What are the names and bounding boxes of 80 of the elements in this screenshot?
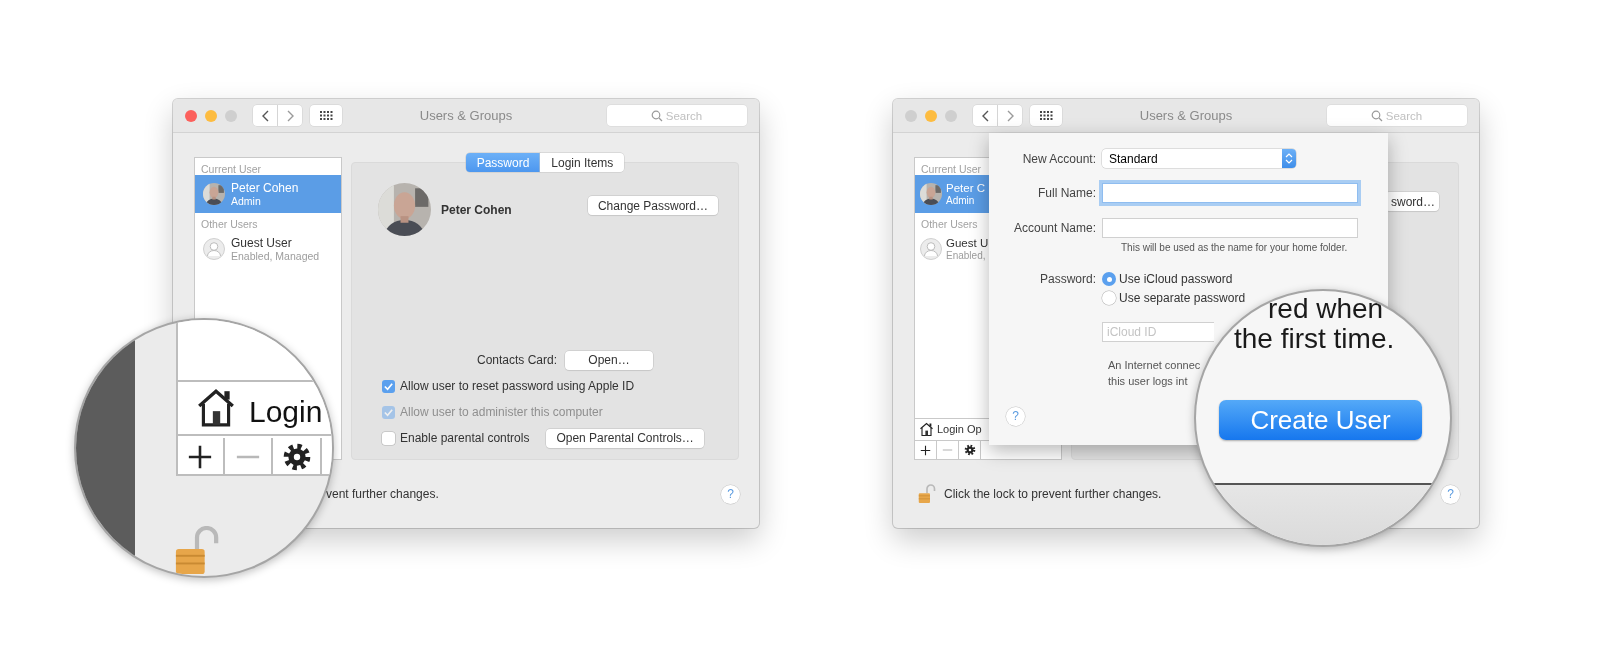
icloud-id-field[interactable]: iCloud ID	[1102, 322, 1214, 342]
search-icon	[1371, 110, 1383, 122]
person-icon	[203, 238, 225, 260]
info-text: red when	[1268, 295, 1384, 323]
user-name: Peter Cohen	[441, 202, 512, 219]
user-list-item[interactable]: Guest User Enabled, Managed	[195, 230, 341, 268]
user-name: Guest User	[231, 236, 293, 250]
lock-message: Click the lock to prevent further changes.	[944, 486, 1162, 503]
lock-icon[interactable]	[918, 483, 936, 505]
checkbox-label: Allow user to administer this computer	[400, 404, 603, 421]
back-button[interactable]	[253, 105, 277, 126]
grid-button[interactable]	[1030, 105, 1062, 126]
field-label: New Account:	[1021, 150, 1097, 168]
zoom-button[interactable]	[225, 109, 237, 122]
back-button[interactable]	[973, 105, 997, 126]
tab[interactable]: Login Items	[540, 153, 625, 172]
radio-button[interactable]: Use iCloud password	[1102, 270, 1233, 288]
login-options-label: Login	[249, 397, 323, 427]
grid-icon	[319, 110, 333, 121]
checkbox[interactable]	[382, 431, 395, 445]
text-field[interactable]	[1102, 183, 1358, 203]
chevron-left-icon	[260, 109, 270, 122]
user-name: Peter C	[946, 181, 985, 195]
window-title: Users & Groups	[418, 106, 514, 125]
text-field[interactable]	[1102, 218, 1358, 238]
search-icon	[651, 110, 663, 122]
plus-icon	[920, 444, 931, 456]
section-header: Current User	[201, 162, 262, 175]
close-button[interactable]	[905, 109, 917, 122]
lock-icon[interactable]	[174, 526, 220, 576]
user-role: Enabled, Managed	[231, 249, 320, 262]
user-role: Admin	[946, 194, 976, 207]
check-icon	[383, 380, 394, 392]
house-icon	[195, 387, 237, 429]
change-password-button[interactable]: Change Password…	[587, 196, 718, 215]
user-role: Enabled,	[946, 249, 987, 262]
minimize-button[interactable]	[205, 109, 217, 122]
grid-button[interactable]	[310, 105, 342, 126]
gear-icon	[963, 444, 976, 456]
forward-button[interactable]	[998, 105, 1022, 126]
radio-button[interactable]: Use separate password	[1102, 289, 1246, 307]
field-label: Account Name:	[1012, 220, 1097, 237]
checkbox-label: Enable parental controls	[400, 430, 530, 447]
person-icon	[920, 238, 942, 260]
chevron-right-icon	[1005, 109, 1015, 122]
gear-icon	[281, 442, 312, 472]
window-title: Users & Groups	[1138, 106, 1234, 125]
account-type-dropdown[interactable]: Standard	[1102, 149, 1296, 168]
field-hint: This will be used as the name for your home folder.	[1120, 241, 1349, 255]
check-icon	[383, 406, 394, 418]
minus-icon	[234, 455, 261, 459]
field-label: Password:	[1038, 271, 1097, 288]
chevron-right-icon	[285, 109, 295, 122]
search-field[interactable]: Search	[607, 105, 747, 126]
change-password-button[interactable]: sword…	[1385, 192, 1439, 211]
open-button[interactable]: Open…	[565, 350, 653, 370]
checkbox[interactable]	[382, 379, 395, 393]
field-label: Contacts Card:	[476, 352, 557, 369]
stepper-icon	[1285, 153, 1293, 164]
house-icon	[919, 422, 934, 437]
lock-message: vent further changes.	[326, 486, 439, 503]
minus-icon	[942, 449, 953, 451]
grid-icon	[1039, 110, 1053, 121]
minimize-button[interactable]	[925, 109, 937, 122]
search-field[interactable]: Search	[1327, 105, 1467, 126]
plus-icon	[186, 444, 213, 470]
checkbox-label: Allow user to reset password using Apple ID	[400, 378, 635, 395]
open-parental-controls-button[interactable]: Open Parental Controls…	[546, 428, 704, 448]
zoom-button[interactable]	[945, 109, 957, 122]
info-text: An Internet connec this user logs int	[1107, 358, 1202, 389]
chevron-left-icon	[980, 109, 990, 122]
info-text: the first time.	[1234, 325, 1395, 353]
forward-button[interactable]	[278, 105, 302, 126]
user-role: Admin	[231, 194, 262, 207]
section-header: Other Users	[201, 217, 258, 230]
user-name: Peter Cohen	[231, 181, 299, 195]
close-button[interactable]	[185, 109, 197, 122]
section-header: Current User	[921, 162, 982, 175]
section-header: Other Users	[921, 217, 978, 230]
user-name: Guest U	[946, 236, 989, 250]
